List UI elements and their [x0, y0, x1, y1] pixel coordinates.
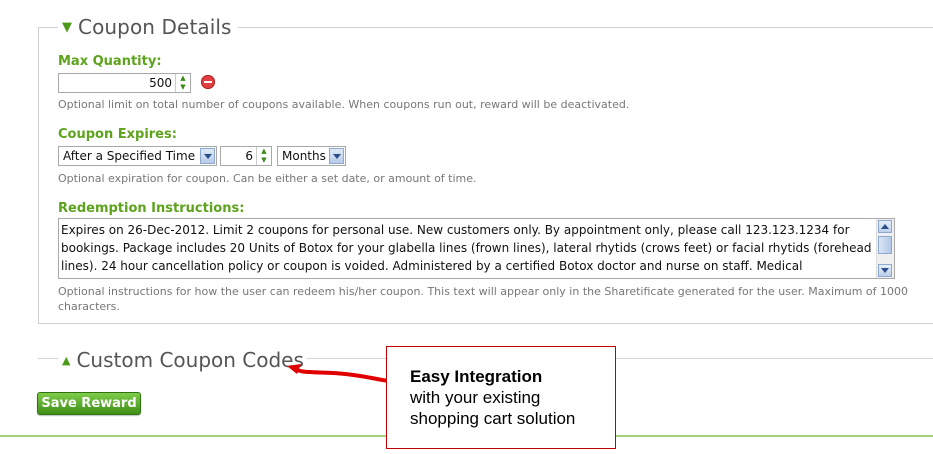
callout-line: shopping cart solution	[410, 409, 576, 428]
remove-limit-icon[interactable]	[201, 75, 215, 89]
scroll-up-icon[interactable]	[878, 220, 892, 233]
scroll-down-icon[interactable]	[878, 264, 892, 277]
callout-line: with your existing	[410, 388, 541, 407]
expiry-mode-value: After a Specified Time	[63, 149, 196, 163]
chevron-down-icon[interactable]	[329, 148, 344, 164]
collapse-triangle-icon[interactable]: ▲	[62, 354, 70, 367]
redemption-help: Optional instructions for how the user c…	[58, 285, 909, 313]
expiry-mode-select[interactable]: After a Specified Time	[58, 146, 217, 166]
max-quantity-label: Max Quantity:	[58, 54, 162, 69]
redemption-label: Redemption Instructions:	[58, 201, 245, 216]
spin-down-icon[interactable]: ▼	[176, 83, 190, 92]
redemption-textarea[interactable]: Expires on 26-Dec-2012. Limit 2 coupons …	[58, 218, 895, 279]
expiry-unit-select[interactable]: Months	[277, 146, 346, 166]
expiry-amount-spinner[interactable]: ▲ ▼	[256, 147, 271, 165]
scroll-thumb[interactable]	[878, 236, 892, 254]
max-quantity-value: 500	[149, 76, 172, 90]
expiry-unit-value: Months	[282, 149, 326, 163]
max-quantity-spinner[interactable]: ▲ ▼	[175, 74, 190, 92]
annotation-arrow	[287, 364, 397, 384]
save-reward-button[interactable]: Save Reward	[37, 392, 141, 415]
max-quantity-help: Optional limit on total number of coupon…	[58, 98, 630, 111]
custom-codes-title: Custom Coupon Codes	[76, 348, 304, 372]
spin-down-icon[interactable]: ▼	[257, 156, 271, 165]
chevron-down-icon[interactable]	[200, 148, 215, 164]
spin-up-icon[interactable]: ▲	[176, 74, 190, 83]
spin-up-icon[interactable]: ▲	[257, 147, 271, 156]
textarea-scrollbar[interactable]	[876, 219, 894, 278]
expand-triangle-icon[interactable]: ▼	[62, 21, 72, 34]
custom-codes-header[interactable]: ▲ Custom Coupon Codes	[58, 348, 306, 372]
max-quantity-input[interactable]: 500 ▲ ▼	[58, 73, 191, 93]
expiry-amount-value: 6	[245, 149, 253, 163]
coupon-expires-help: Optional expiration for coupon. Can be e…	[58, 172, 477, 185]
coupon-details-header[interactable]: ▼ Coupon Details	[58, 15, 238, 39]
coupon-expires-label: Coupon Expires:	[58, 127, 177, 142]
callout-heading: Easy Integration	[410, 367, 543, 386]
expiry-amount-input[interactable]: 6 ▲ ▼	[220, 146, 272, 166]
callout-box: Easy Integration with your existing shop…	[386, 346, 616, 449]
redemption-text: Expires on 26-Dec-2012. Limit 2 coupons …	[61, 223, 872, 278]
section-title: Coupon Details	[78, 15, 232, 39]
